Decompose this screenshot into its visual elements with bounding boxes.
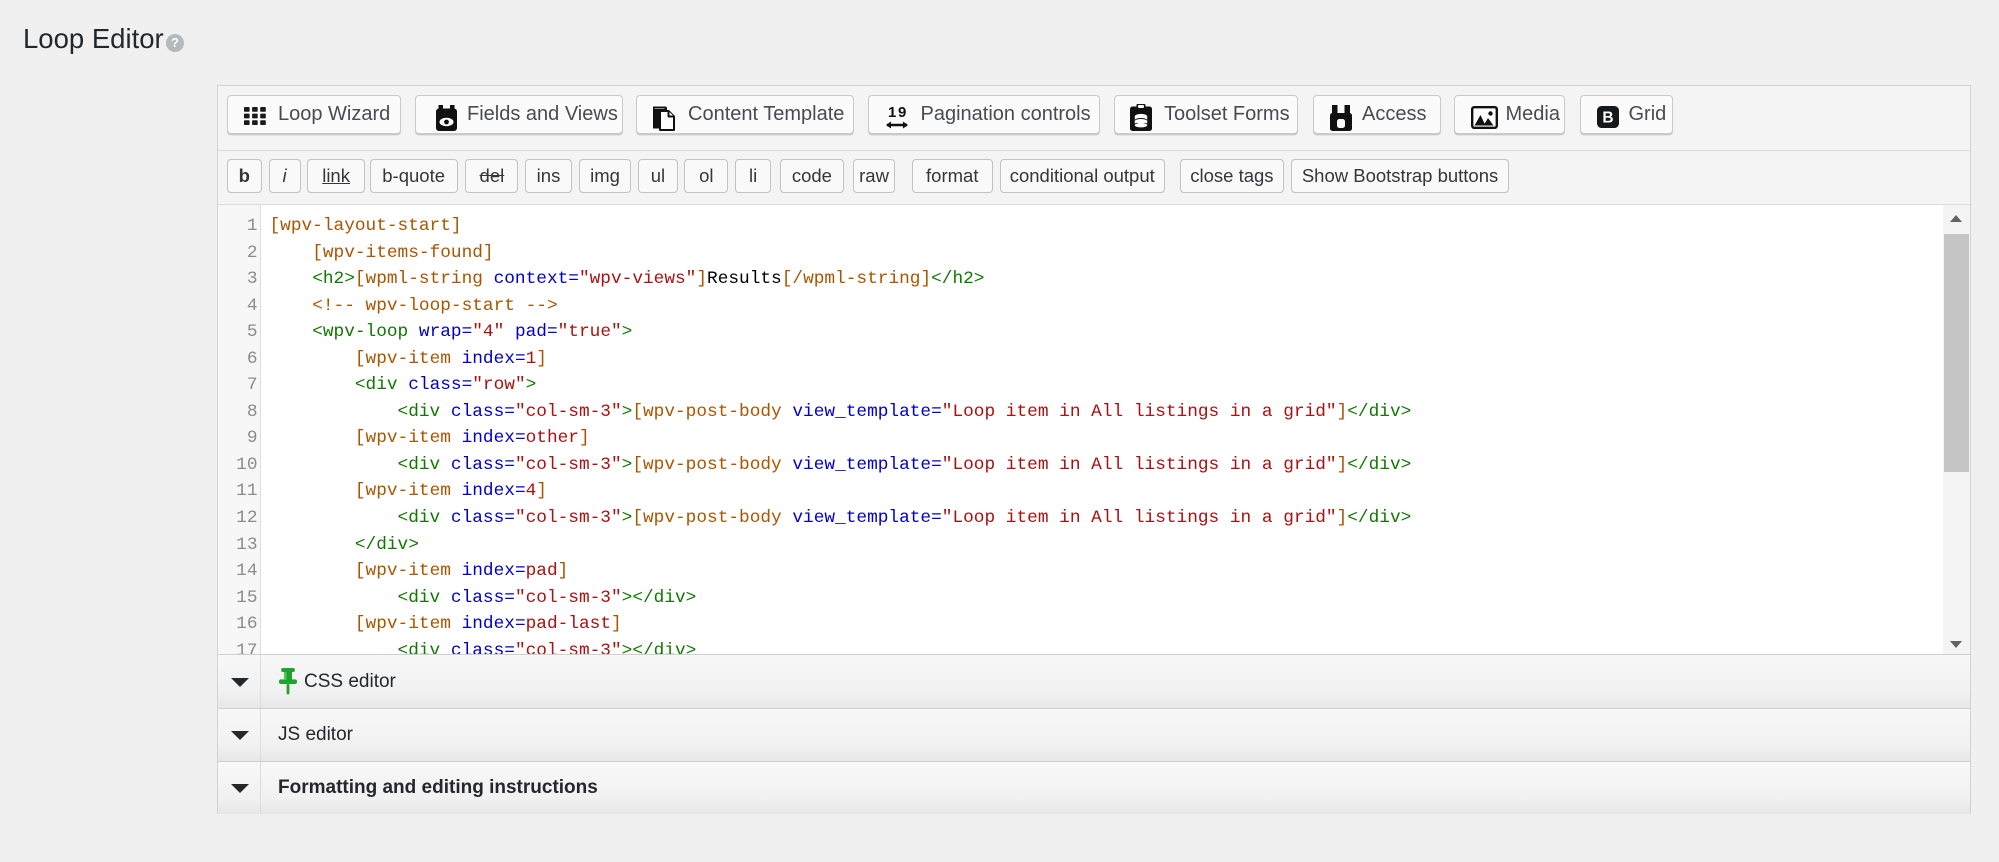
svg-text:B: B [1602, 109, 1613, 126]
svg-text:9: 9 [898, 104, 906, 121]
svg-text:1: 1 [888, 104, 896, 121]
